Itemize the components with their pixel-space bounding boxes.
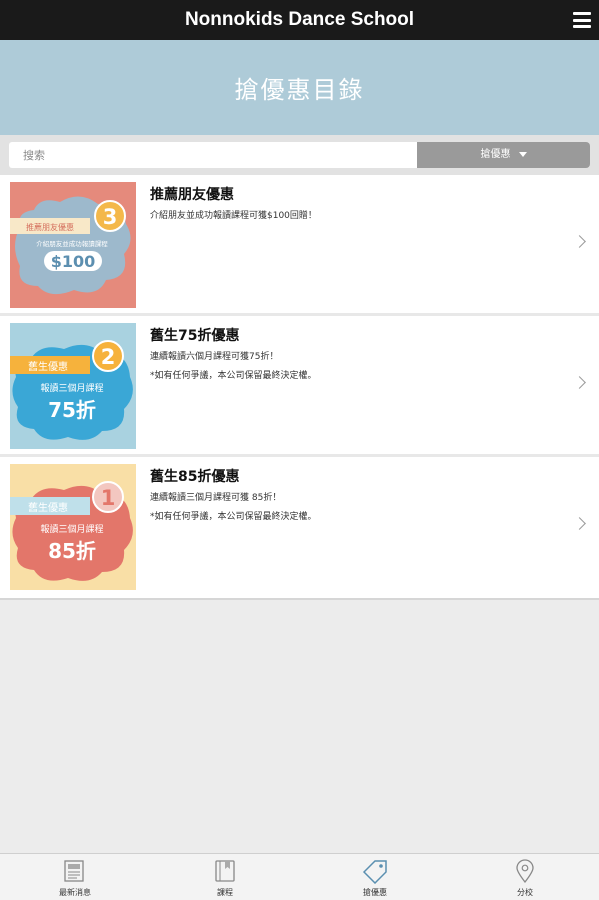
chevron-right-icon (573, 376, 586, 389)
search-input[interactable] (9, 142, 418, 168)
offer-note: *如有任何爭議，本公司保留最終決定權。 (150, 512, 317, 522)
offer-graphic: 舊生優惠 2 報讀三個月課程 75折 (10, 323, 136, 449)
svg-text:報讀三個月課程: 報讀三個月課程 (40, 382, 103, 394)
offer-description: 介紹朋友並成功報讀課程可獲$100回贈！ (150, 211, 317, 221)
offer-thumbnail: 舊生優惠 2 報讀三個月課程 75折 (10, 323, 136, 449)
offer-graphic: 舊生優惠 1 報讀三個月課程 85折 (10, 464, 136, 590)
page-title: 搶優惠目錄 (234, 76, 365, 104)
search-bar: 搶優惠 (0, 135, 599, 175)
offer-item[interactable]: 舊生優惠 2 報讀三個月課程 75折 舊生75折優惠 連續報讀六個月課程可獲75… (0, 316, 599, 457)
tag-icon (362, 860, 387, 884)
svg-text:85折: 85折 (48, 539, 96, 563)
chevron-right-icon (573, 235, 586, 248)
svg-text:報讀三個月課程: 報讀三個月課程 (40, 523, 103, 535)
offer-title: 推薦朋友優惠 (150, 187, 234, 203)
offer-description: 連續報讀六個月課程可獲75折！ (150, 352, 279, 362)
news-icon (64, 860, 84, 882)
tab-label: 分校 (517, 888, 533, 897)
offer-note: *如有任何爭議，本公司保留最終決定權。 (150, 371, 317, 381)
tab-courses[interactable]: 課程 (150, 854, 300, 900)
bottom-tab-bar: 最新消息 課程 搶優惠 分校 (0, 853, 599, 900)
tab-news[interactable]: 最新消息 (0, 854, 150, 900)
location-pin-icon (516, 859, 534, 884)
svg-text:3: 3 (103, 205, 118, 229)
offer-item[interactable]: 推薦朋友優惠 3 介紹朋友並成功報讀課程 $100 推薦朋友優惠 介紹朋友並成功… (0, 175, 599, 316)
tab-branches[interactable]: 分校 (450, 854, 599, 900)
svg-text:1: 1 (101, 486, 116, 510)
offer-title: 舊生75折優惠 (150, 328, 240, 344)
tab-offers[interactable]: 搶優惠 (300, 854, 450, 900)
tab-label: 搶優惠 (363, 888, 387, 897)
filter-label: 搶優惠 (480, 149, 511, 160)
offer-description: 連續報讀三個月課程可獲 85折！ (150, 493, 282, 503)
caret-down-icon (518, 151, 527, 157)
svg-text:$100: $100 (51, 252, 96, 271)
offer-thumbnail: 舊生優惠 1 報讀三個月課程 85折 (10, 464, 136, 590)
offer-graphic: 推薦朋友優惠 3 介紹朋友並成功報讀課程 $100 (10, 182, 136, 308)
offer-title: 舊生85折優惠 (150, 469, 240, 485)
svg-text:75折: 75折 (48, 398, 96, 422)
svg-text:推薦朋友優惠: 推薦朋友優惠 (26, 222, 74, 232)
tab-label: 最新消息 (59, 888, 91, 897)
category-filter-dropdown[interactable]: 搶優惠 (417, 142, 590, 168)
page-header: 搶優惠目錄 (0, 40, 599, 135)
offer-item[interactable]: 舊生優惠 1 報讀三個月課程 85折 舊生85折優惠 連續報讀三個月課程可獲 8… (0, 457, 599, 598)
app-title: Nonnokids Dance School (184, 9, 415, 30)
offer-list: 推薦朋友優惠 3 介紹朋友並成功報讀課程 $100 推薦朋友優惠 介紹朋友並成功… (0, 175, 599, 600)
hamburger-menu-icon[interactable] (573, 12, 591, 28)
svg-text:舊生優惠: 舊生優惠 (28, 360, 68, 373)
chevron-right-icon (573, 517, 586, 530)
book-icon (215, 860, 235, 882)
top-bar: Nonnokids Dance School (0, 0, 599, 40)
svg-text:舊生優惠: 舊生優惠 (28, 501, 68, 514)
svg-text:2: 2 (101, 345, 116, 369)
offer-thumbnail: 推薦朋友優惠 3 介紹朋友並成功報讀課程 $100 (10, 182, 136, 308)
svg-text:介紹朋友並成功報讀課程: 介紹朋友並成功報讀課程 (36, 239, 108, 248)
tab-label: 課程 (217, 888, 233, 897)
